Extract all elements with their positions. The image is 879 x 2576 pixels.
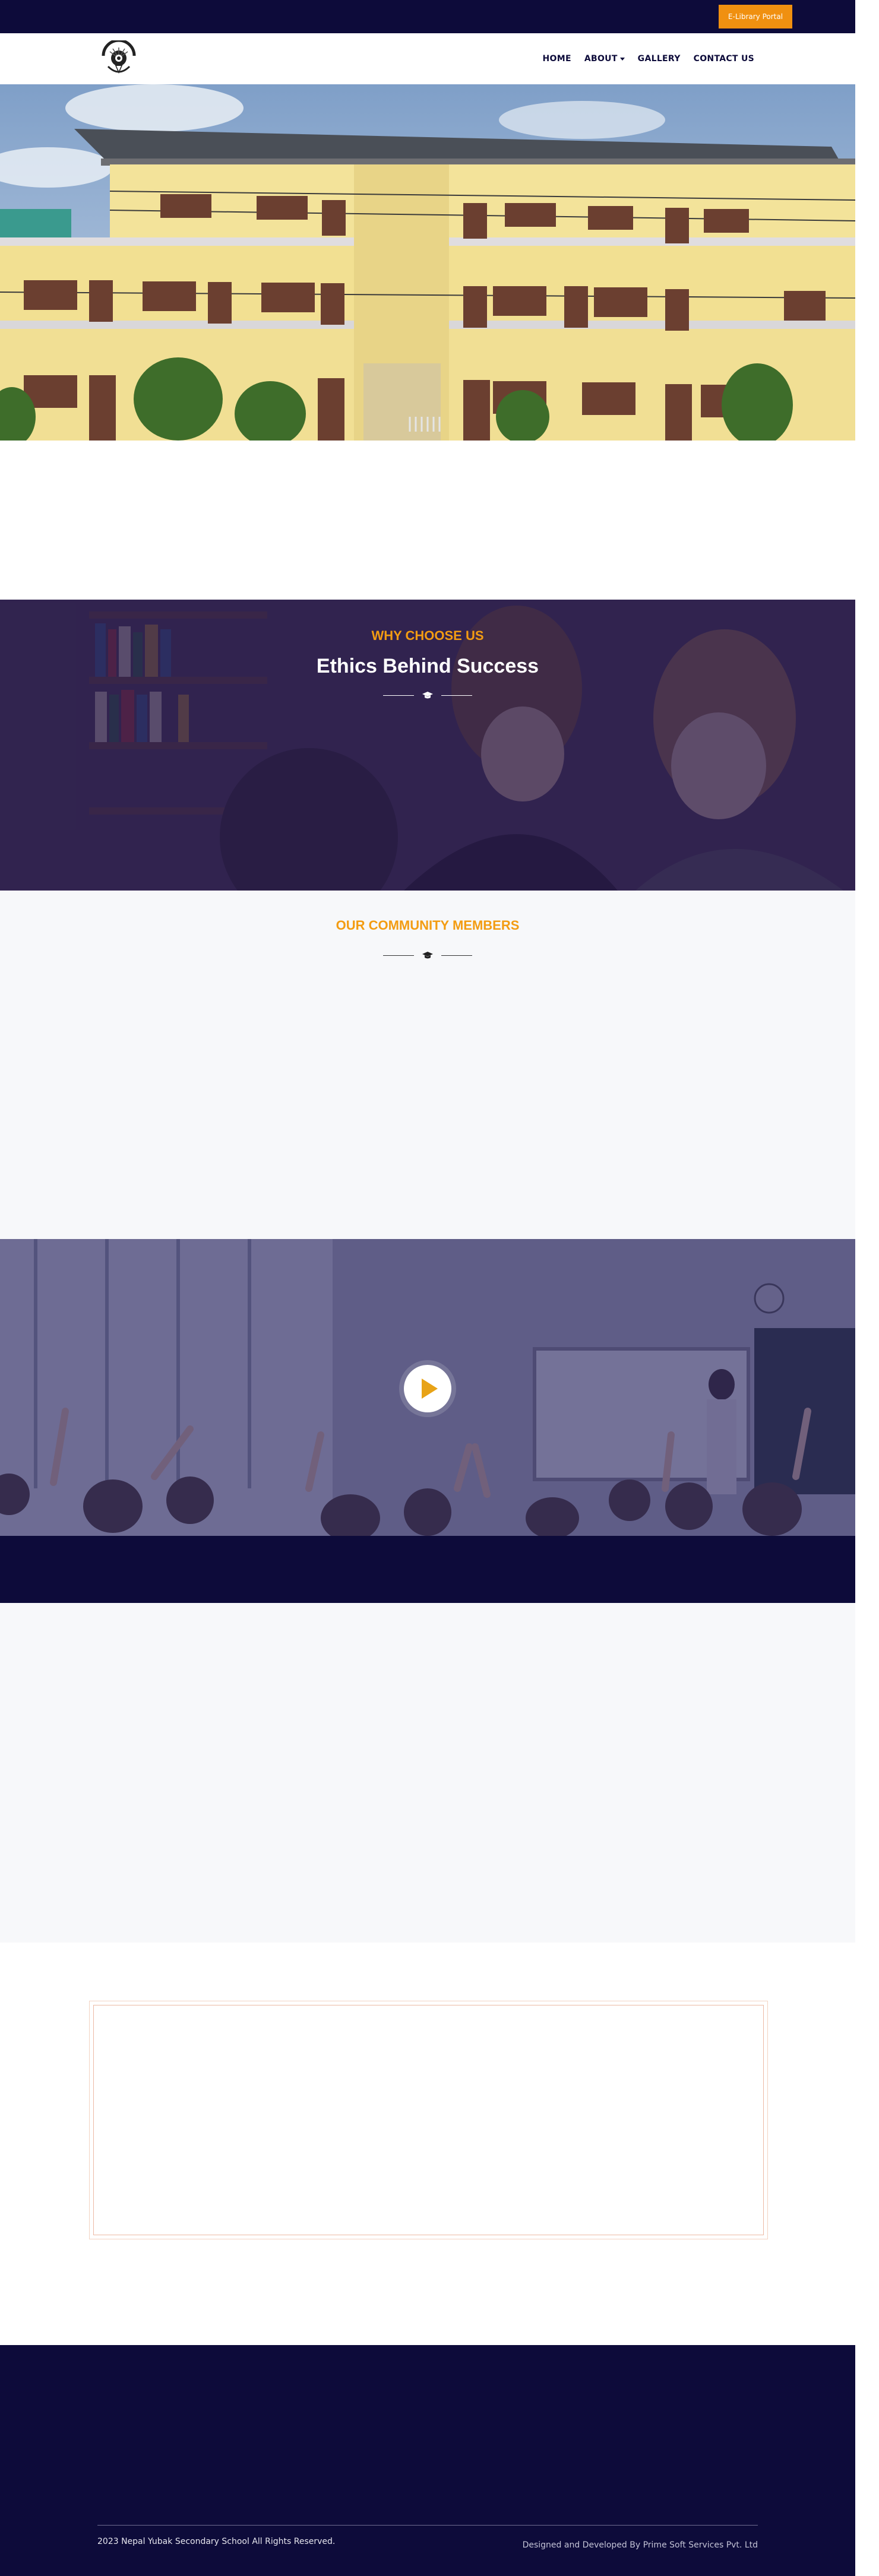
nav-about[interactable]: ABOUT — [584, 54, 625, 64]
school-logo[interactable] — [95, 39, 143, 77]
chevron-down-icon — [619, 57, 625, 61]
divider-line — [441, 955, 472, 956]
section-divider — [383, 691, 472, 699]
graduation-cap-icon — [422, 951, 433, 959]
nav-links: HOME ABOUT GALLERY CONTACT US — [543, 33, 754, 84]
nav-about-label: ABOUT — [584, 54, 618, 64]
nav-home[interactable]: HOME — [543, 54, 571, 64]
page: E-Library Portal HOME ABOUT GALLERY CONT… — [0, 0, 879, 2576]
framed-box-inner — [93, 2005, 764, 2235]
site-footer: 2023 Nepal Yubak Secondary School All Ri… — [0, 2345, 855, 2576]
divider-line — [383, 695, 414, 696]
play-video-button[interactable] — [404, 1365, 451, 1412]
divider-line — [441, 695, 472, 696]
video-band — [0, 1536, 855, 1603]
right-gutter — [855, 0, 879, 2576]
nav-contact-us[interactable]: CONTACT US — [694, 54, 754, 64]
why-choose-us-section: WHY CHOOSE US Ethics Behind Success — [0, 600, 855, 891]
top-bar: E-Library Portal — [0, 0, 855, 33]
footer-credits-link[interactable]: Designed and Developed By Prime Soft Ser… — [523, 2540, 758, 2550]
video-section — [0, 1239, 855, 1536]
main-navbar: HOME ABOUT GALLERY CONTACT US — [0, 33, 855, 84]
hero-school-building-image — [0, 84, 855, 441]
why-choose-heading: Ethics Behind Success — [316, 655, 539, 677]
page-content: E-Library Portal HOME ABOUT GALLERY CONT… — [0, 0, 855, 2576]
footer-divider — [97, 2525, 758, 2526]
community-kicker: OUR COMMUNITY MEMBERS — [336, 918, 520, 933]
play-icon — [422, 1379, 438, 1399]
nav-gallery[interactable]: GALLERY — [638, 54, 681, 64]
section-divider — [383, 951, 472, 959]
why-choose-kicker: WHY CHOOSE US — [371, 628, 484, 643]
divider-line — [383, 955, 414, 956]
e-library-portal-button[interactable]: E-Library Portal — [719, 5, 792, 28]
community-members-section: OUR COMMUNITY MEMBERS — [0, 891, 855, 1239]
light-content-section — [0, 1603, 855, 1943]
graduation-cap-icon — [422, 691, 433, 699]
footer-copyright: 2023 Nepal Yubak Secondary School All Ri… — [97, 2537, 336, 2546]
